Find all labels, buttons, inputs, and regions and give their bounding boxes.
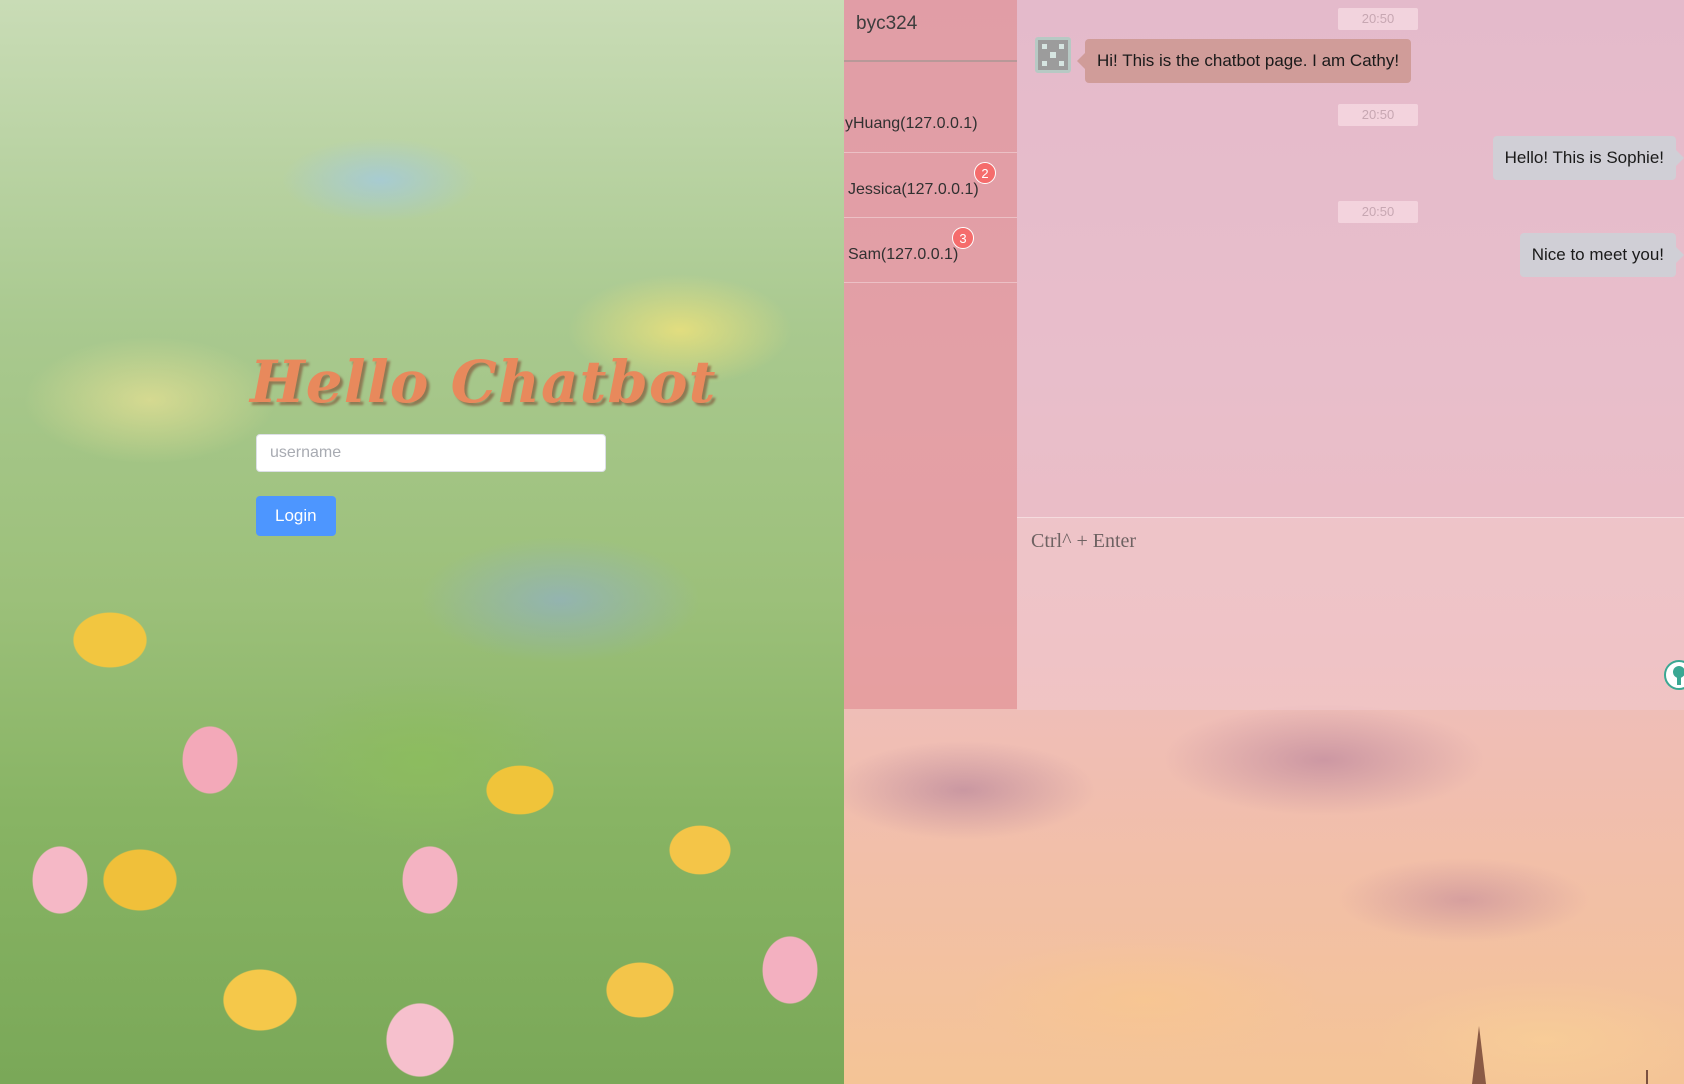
lightbulb-send-icon[interactable]: [1664, 660, 1684, 690]
contact-label: yHuang(127.0.0.1): [845, 115, 978, 132]
message-list: 20:50 Hi! This is the chatbot page. I am…: [1017, 0, 1684, 517]
login-title: Hello Chatbot: [250, 348, 717, 416]
message-composer: [1017, 517, 1684, 710]
contact-label: Jessica(127.0.0.1): [848, 181, 979, 198]
message-timestamp: 20:50: [1338, 104, 1418, 126]
login-form: Hello Chatbot Login: [250, 348, 715, 536]
contact-list: yHuang(127.0.0.1) Jessica(127.0.0.1) 2 S…: [844, 102, 1017, 283]
message-bubble-outgoing: Nice to meet you!: [1519, 233, 1684, 277]
message-timestamp: 20:50: [1338, 8, 1418, 30]
unread-badge: 2: [974, 162, 996, 184]
chat-page: byc324 yHuang(127.0.0.1) Jessica(127.0.0…: [844, 0, 1684, 1084]
message-input[interactable]: [1029, 528, 1653, 692]
spire-silhouette-small: [1646, 1070, 1648, 1084]
login-page: Hello Chatbot Login: [0, 0, 844, 1084]
spire-silhouette: [1472, 1026, 1486, 1084]
message-timestamp: 20:50: [1338, 201, 1418, 223]
unread-badge: 3: [952, 227, 974, 249]
current-username: byc324: [844, 0, 1017, 62]
contact-label: Sam(127.0.0.1): [848, 246, 959, 263]
username-input[interactable]: [256, 434, 606, 472]
contact-item[interactable]: Jessica(127.0.0.1) 2: [844, 153, 1017, 218]
contact-item[interactable]: yHuang(127.0.0.1): [844, 102, 1017, 153]
contact-sidebar: byc324 yHuang(127.0.0.1) Jessica(127.0.0…: [844, 0, 1017, 709]
robot-avatar-icon: [1035, 37, 1071, 73]
message-bubble-outgoing: Hello! This is Sophie!: [1492, 136, 1684, 180]
message-bubble-incoming: Hi! This is the chatbot page. I am Cathy…: [1076, 39, 1412, 83]
contact-item[interactable]: Sam(127.0.0.1) 3: [844, 218, 1017, 283]
login-button[interactable]: Login: [256, 496, 336, 536]
